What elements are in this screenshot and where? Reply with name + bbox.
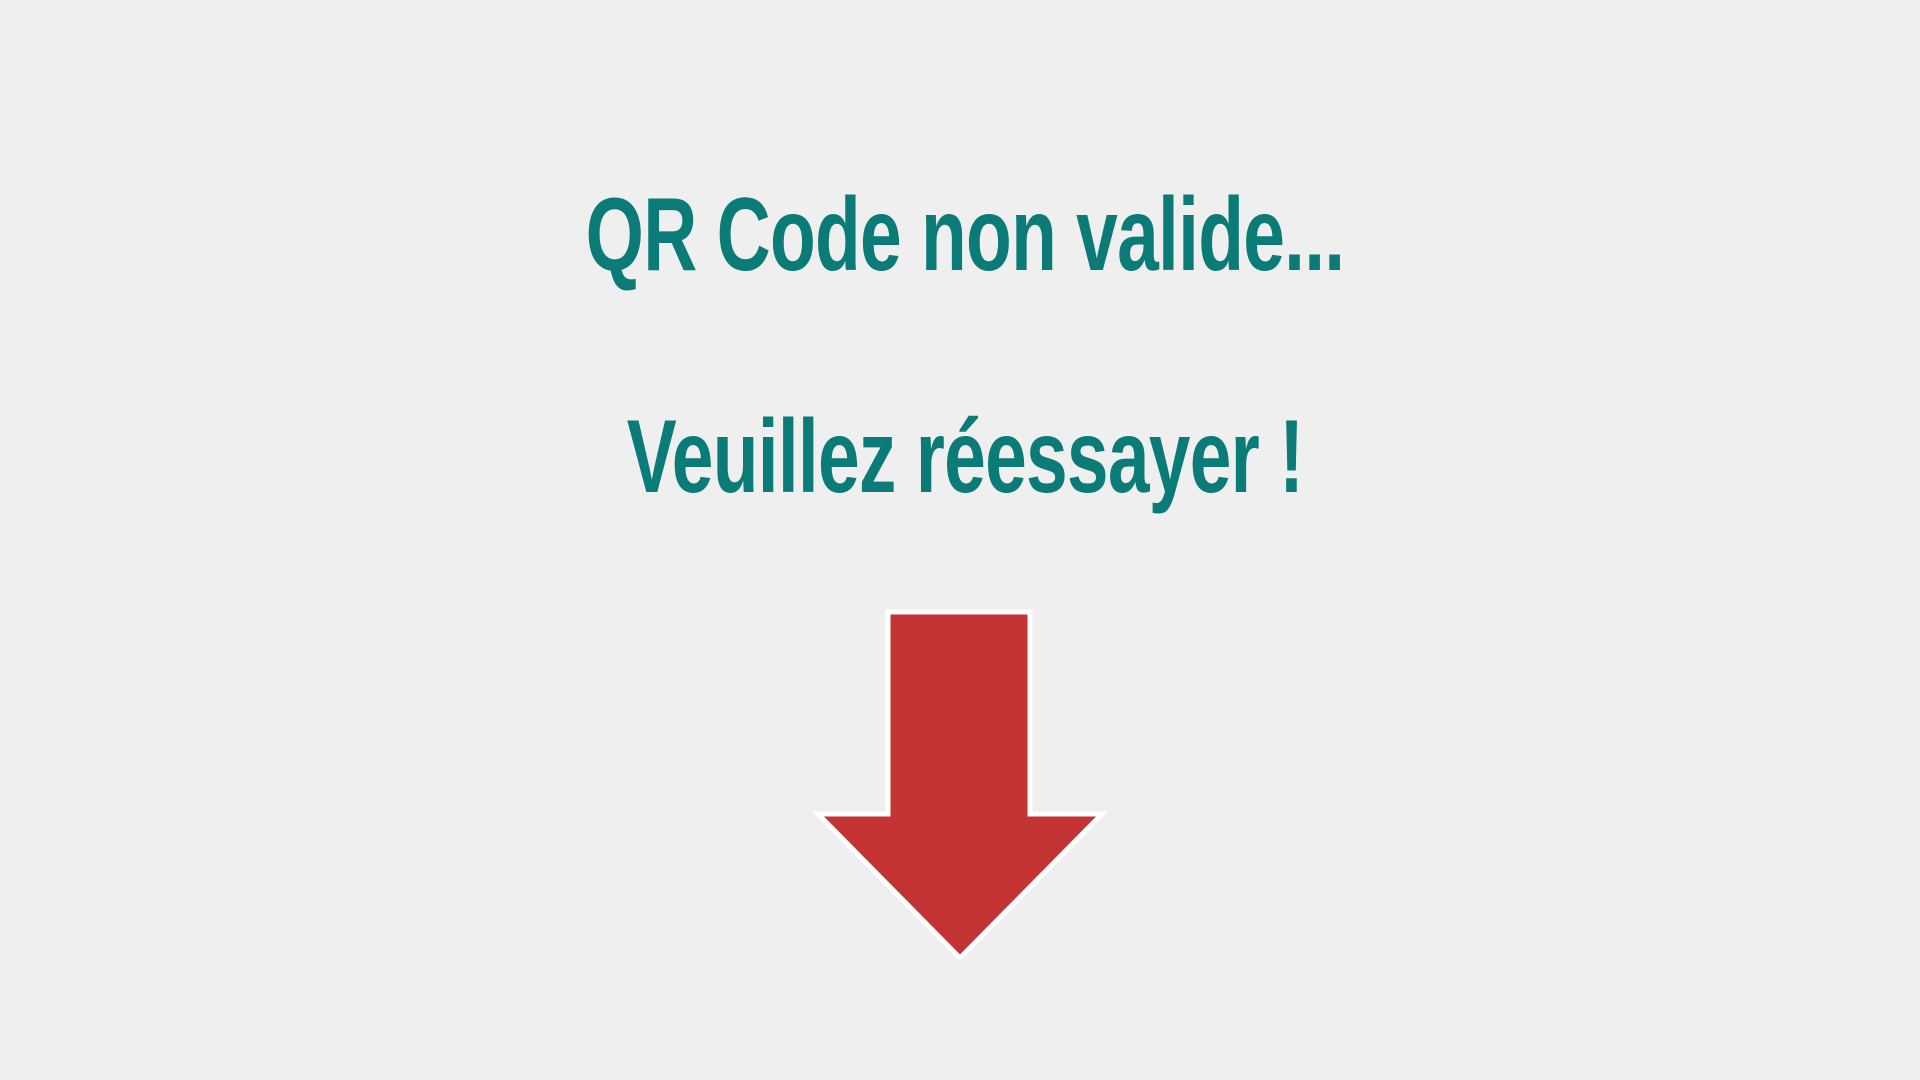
invalid-qr-title: QR Code non valide...	[585, 177, 1345, 293]
invalid-qr-screen: QR Code non valide... Veuillez réessayer…	[0, 0, 1920, 1080]
arrow-down-icon	[812, 608, 1108, 960]
retry-message: Veuillez réessayer !	[626, 399, 1304, 515]
